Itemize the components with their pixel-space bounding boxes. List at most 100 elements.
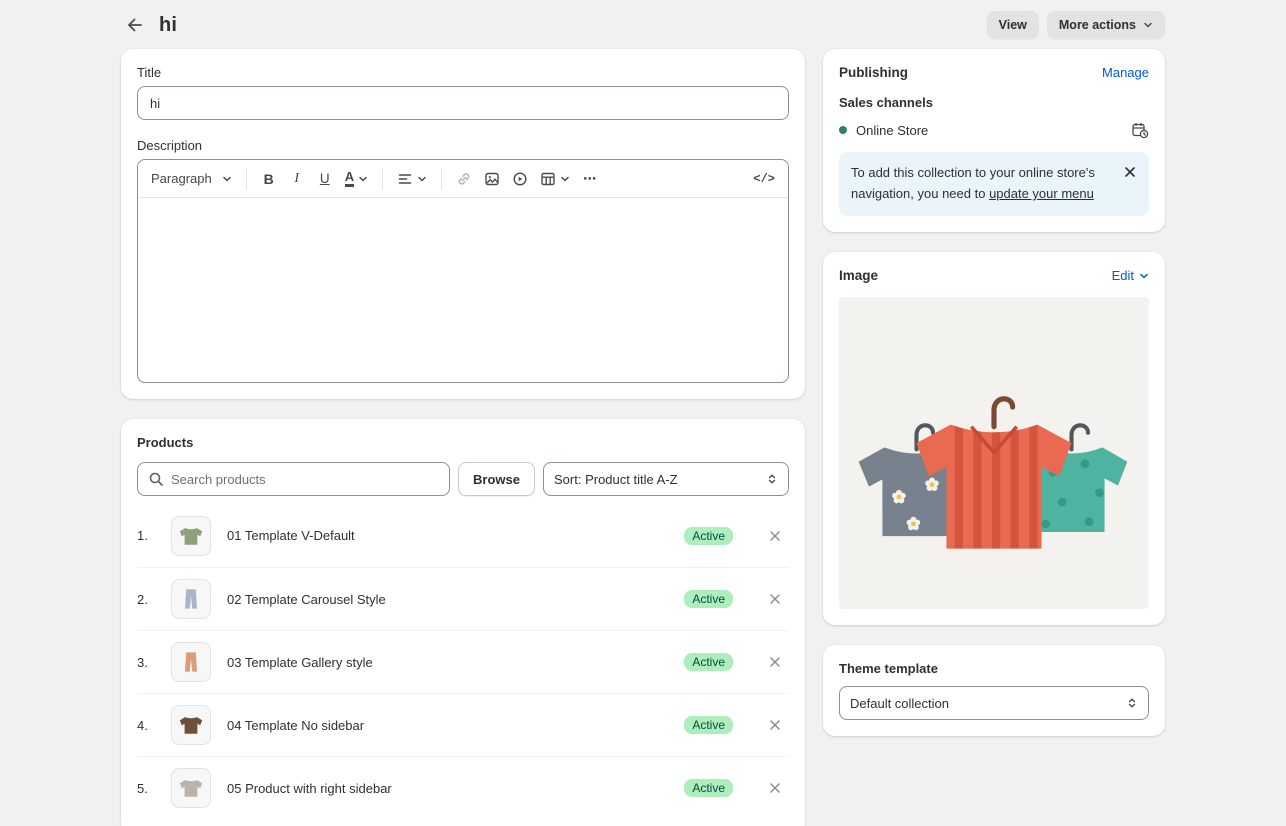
update-your-menu-link[interactable]: update your menu (989, 186, 1094, 201)
products-card: Products Browse Sort: Product title A-Z (121, 419, 805, 826)
text-color-glyph: A (345, 170, 354, 187)
status-badge: Active (684, 716, 733, 734)
shirts-illustration (839, 297, 1149, 609)
sort-select[interactable]: Sort: Product title A-Z (543, 462, 789, 496)
product-thumbnail (171, 705, 211, 745)
theme-template-select[interactable]: Default collection (839, 686, 1149, 720)
top-bar: hi View More actions (121, 0, 1165, 49)
sidebar-column: Publishing Manage Sales channels Online … (823, 49, 1165, 756)
chevron-down-icon (417, 174, 427, 184)
title-label: Title (137, 65, 789, 80)
title-input[interactable] (137, 86, 789, 120)
chevron-down-icon (1139, 271, 1149, 281)
top-bar-left: hi (121, 11, 177, 39)
toolbar-separator (441, 168, 442, 190)
collection-image[interactable] (839, 297, 1149, 609)
insert-table-dropdown[interactable] (535, 165, 575, 193)
insert-link-button[interactable] (451, 165, 477, 193)
product-index: 3. (137, 655, 155, 670)
bold-glyph: B (264, 171, 274, 187)
sales-channels-label: Sales channels (839, 95, 1149, 110)
product-thumbnail (171, 642, 211, 682)
theme-template-heading: Theme template (839, 661, 1149, 676)
back-button[interactable] (121, 11, 149, 39)
text-color-dropdown[interactable]: A (340, 165, 373, 193)
remove-product-button[interactable] (761, 648, 789, 676)
description-editor-body[interactable] (138, 198, 788, 382)
status-badge: Active (684, 527, 733, 545)
products-controls: Browse Sort: Product title A-Z (137, 462, 789, 496)
insert-image-button[interactable] (479, 165, 505, 193)
chevron-down-icon (222, 174, 232, 184)
product-search-box (137, 462, 450, 496)
product-thumbnail (171, 516, 211, 556)
view-button[interactable]: View (987, 11, 1039, 39)
insert-video-button[interactable] (507, 165, 533, 193)
close-icon (1124, 166, 1136, 178)
schedule-calendar-icon[interactable] (1131, 121, 1149, 139)
product-index: 4. (137, 718, 155, 733)
underline-button[interactable]: U (312, 165, 338, 193)
paragraph-style-dropdown[interactable]: Paragraph (146, 165, 237, 193)
product-index: 2. (137, 592, 155, 607)
product-row: 5. 05 Product with right sidebar Active (137, 756, 789, 819)
product-row: 4. 04 Template No sidebar Active (137, 693, 789, 756)
product-index: 5. (137, 781, 155, 796)
remove-product-button[interactable] (761, 522, 789, 550)
sort-select-value: Sort: Product title A-Z (554, 472, 678, 487)
view-button-label: View (999, 18, 1027, 32)
product-name-link[interactable]: 04 Template No sidebar (227, 718, 668, 733)
image-heading: Image (839, 268, 878, 283)
browse-button[interactable]: Browse (458, 462, 535, 496)
manage-publishing-link[interactable]: Manage (1102, 65, 1149, 80)
edit-image-dropdown[interactable]: Edit (1112, 268, 1149, 283)
more-actions-button[interactable]: More actions (1047, 11, 1165, 39)
arrow-left-icon (125, 15, 145, 35)
paragraph-style-label: Paragraph (151, 171, 212, 186)
italic-glyph: I (294, 171, 299, 187)
product-name-link[interactable]: 05 Product with right sidebar (227, 781, 668, 796)
remove-product-button[interactable] (761, 774, 789, 802)
close-icon (769, 719, 781, 731)
navigation-info-banner: To add this collection to your online st… (839, 152, 1149, 216)
page: hi View More actions Title Description (121, 0, 1165, 826)
product-thumbnail (171, 579, 211, 619)
link-icon (456, 171, 472, 187)
alignment-dropdown[interactable] (392, 165, 432, 193)
product-name-link[interactable]: 02 Template Carousel Style (227, 592, 668, 607)
description-editor: Paragraph B I U (137, 159, 789, 383)
product-name-link[interactable]: 01 Template V-Default (227, 528, 668, 543)
toolbar-separator (246, 168, 247, 190)
remove-product-button[interactable] (761, 585, 789, 613)
product-list: 1. 01 Template V-Default Active (137, 504, 789, 819)
image-card: Image Edit (823, 252, 1165, 625)
close-icon (769, 593, 781, 605)
italic-button[interactable]: I (284, 165, 310, 193)
underline-glyph: U (320, 171, 330, 186)
more-formatting-button[interactable]: ⋯ (577, 165, 603, 193)
search-products-input[interactable] (171, 472, 439, 487)
description-label: Description (137, 138, 789, 153)
show-html-button[interactable]: </> (748, 165, 780, 193)
remove-product-button[interactable] (761, 711, 789, 739)
table-icon (540, 171, 556, 187)
theme-template-card: Theme template Default collection (823, 645, 1165, 736)
close-icon (769, 656, 781, 668)
products-heading: Products (137, 435, 789, 450)
online-store-status-dot (839, 126, 847, 134)
search-icon (148, 471, 164, 487)
play-circle-icon (512, 171, 528, 187)
ellipsis-icon: ⋯ (583, 171, 597, 187)
product-index: 1. (137, 528, 155, 543)
channel-row: Online Store (839, 121, 1149, 139)
chevron-down-icon (358, 174, 368, 184)
close-icon (769, 782, 781, 794)
product-name-link[interactable]: 03 Template Gallery style (227, 655, 668, 670)
dismiss-banner-button[interactable] (1119, 161, 1141, 183)
bold-button[interactable]: B (256, 165, 282, 193)
updown-caret-icon (766, 473, 778, 485)
product-row: 2. 02 Template Carousel Style Active (137, 567, 789, 630)
editor-toolbar: Paragraph B I U (138, 160, 788, 198)
publishing-heading: Publishing (839, 65, 908, 80)
align-left-icon (397, 171, 413, 187)
